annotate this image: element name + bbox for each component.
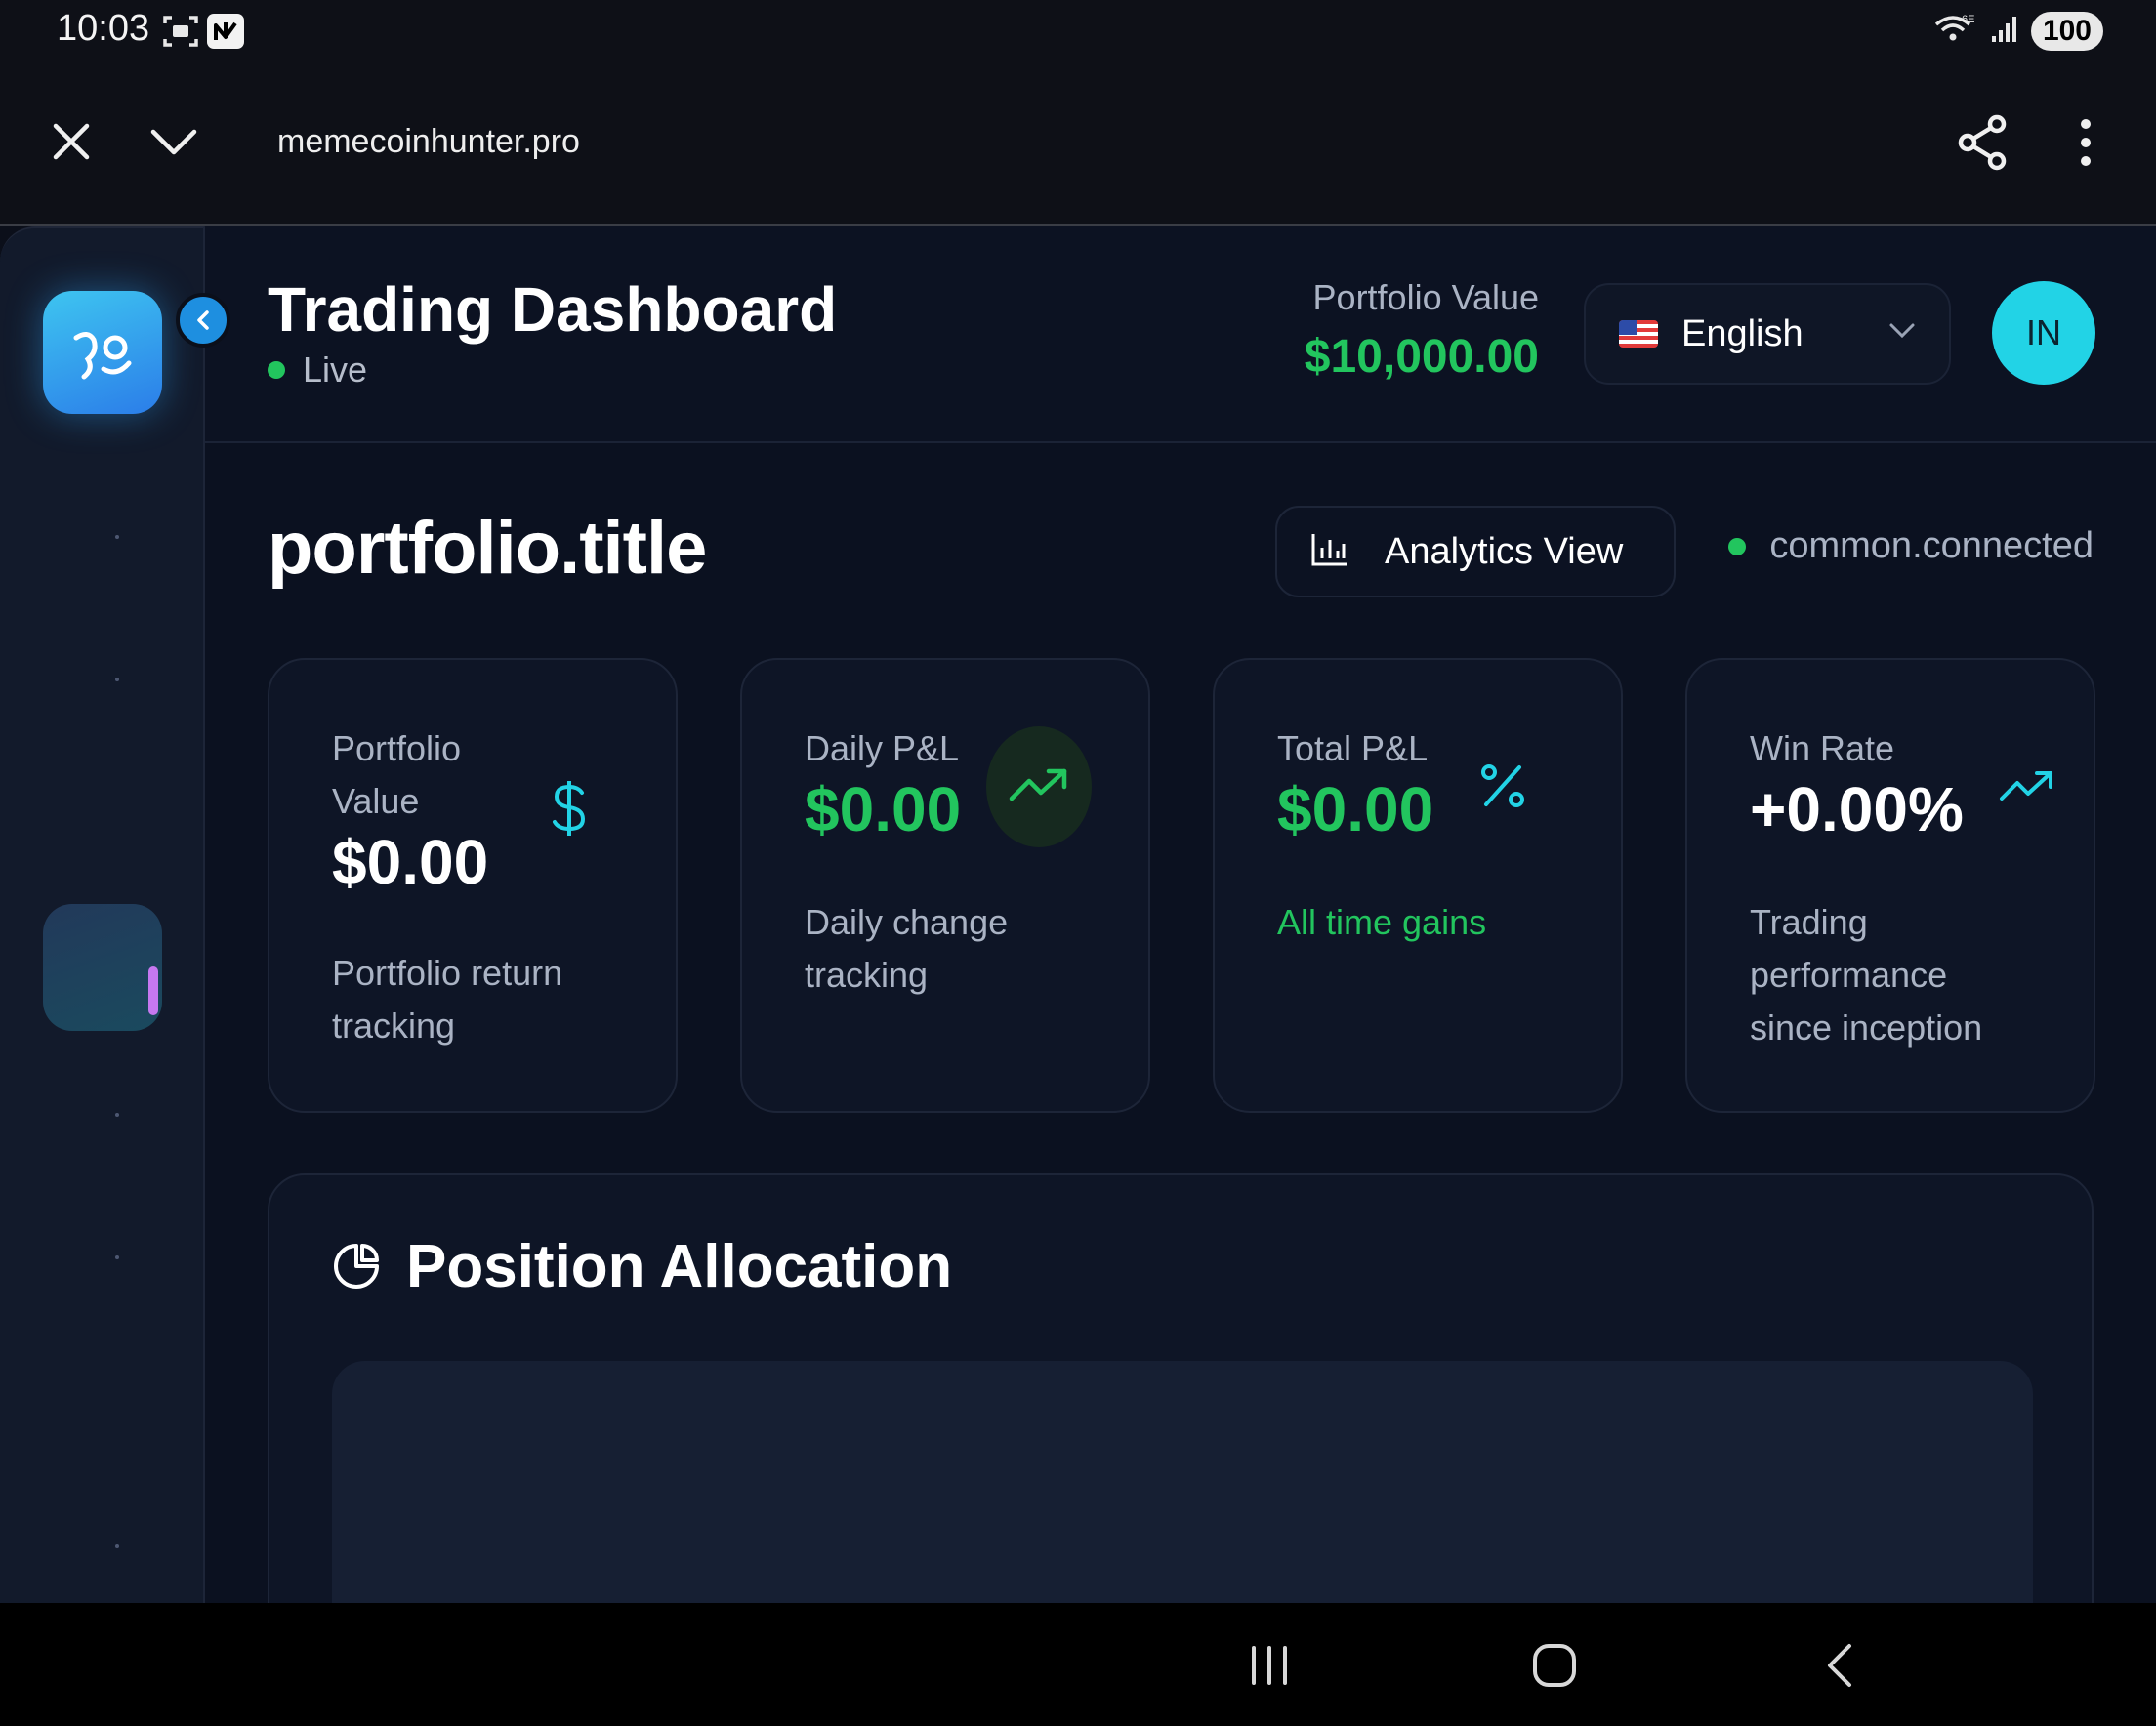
back-icon[interactable]: [1812, 1638, 1867, 1693]
status-time: 10:03: [57, 8, 150, 49]
share-icon[interactable]: [1955, 113, 2010, 172]
live-dot: [268, 361, 285, 379]
trending-up-icon: [986, 726, 1092, 847]
card-value: $0.00: [1277, 774, 1434, 844]
us-flag-icon: [1619, 320, 1658, 348]
wifi-icon: 6E: [1933, 13, 1978, 51]
connected-dot: [1728, 537, 1747, 555]
live-label: Live: [303, 349, 368, 390]
url-bar[interactable]: memecoinhunter.pro: [277, 123, 580, 161]
battery-indicator: 100: [2030, 12, 2103, 51]
stat-card-daily-pnl: Daily P&L $0.00 Daily change tracking: [740, 658, 1150, 1113]
user-avatar[interactable]: IN: [1992, 281, 2095, 385]
portfolio-value: $10,000.00: [1304, 331, 1539, 383]
portfolio-value-label: Portfolio Value: [1312, 277, 1539, 317]
live-indicator: Live: [268, 349, 367, 390]
position-allocation-panel: Position Allocation: [268, 1173, 2094, 1673]
status-bar: 10:03 6E 100: [0, 0, 2156, 62]
sidebar-collapse-button[interactable]: [176, 293, 230, 348]
signal-icon: [1990, 15, 2019, 49]
stat-card-portfolio-value: Portfolio Value $0.00 Portfolio return t…: [268, 658, 678, 1113]
card-value: $0.00: [332, 827, 489, 897]
analytics-view-label: Analytics View: [1385, 530, 1624, 572]
card-value: +0.00%: [1750, 774, 1964, 844]
bar-chart-icon: [1310, 532, 1349, 572]
sidebar-item-dot[interactable]: [115, 1113, 119, 1117]
svg-text:6E: 6E: [1962, 14, 1974, 25]
sidebar-item-dot[interactable]: [115, 1544, 119, 1548]
sidebar-item-dot[interactable]: [115, 678, 119, 681]
chevron-down-icon[interactable]: [146, 117, 201, 166]
status-indicators: 6E 100: [1933, 10, 2103, 53]
percent-icon: [1478, 761, 1527, 810]
sidebar-item-dot[interactable]: [115, 1255, 119, 1259]
sidebar: [0, 226, 205, 1603]
connection-status: common.connected: [1728, 525, 2094, 567]
stat-card-total-pnl: Total P&L $0.00 All time gains: [1213, 658, 1623, 1113]
sidebar-item-active[interactable]: [43, 904, 162, 1031]
sidebar-item-dot[interactable]: [115, 535, 119, 539]
trending-up-icon: [1998, 769, 2056, 804]
more-options-icon[interactable]: [2072, 117, 2099, 168]
dashboard-header: Trading Dashboard Live Portfolio Value $…: [205, 226, 2156, 443]
page-title: Trading Dashboard: [268, 274, 838, 345]
card-value: $0.00: [805, 774, 962, 844]
stat-card-win-rate: Win Rate +0.00% Trading performance sinc…: [1685, 658, 2095, 1113]
analytics-view-button[interactable]: Analytics View: [1275, 506, 1676, 597]
card-description: Daily change tracking: [805, 902, 1009, 995]
card-label: Portfolio Value: [332, 728, 462, 821]
language-select[interactable]: English: [1584, 283, 1951, 385]
home-icon[interactable]: [1527, 1638, 1582, 1693]
browser-toolbar: memecoinhunter.pro: [0, 62, 2156, 226]
card-label: Total P&L: [1277, 728, 1429, 768]
language-label: English: [1681, 312, 1804, 354]
screenshot-icon: [162, 14, 199, 49]
main-content: Trading Dashboard Live Portfolio Value $…: [205, 226, 2156, 1673]
recent-apps-icon[interactable]: [1242, 1638, 1297, 1693]
card-label: Win Rate: [1750, 728, 1895, 768]
dollar-icon: [547, 777, 592, 840]
position-allocation-title: Position Allocation: [406, 1233, 953, 1300]
connection-label: common.connected: [1769, 525, 2094, 566]
chevron-down-icon: [1888, 322, 1916, 345]
system-navigation-bar: [0, 1603, 2156, 1726]
app-notification-icon: [207, 14, 244, 49]
close-icon[interactable]: [47, 117, 96, 166]
section-title: portfolio.title: [268, 507, 707, 590]
active-indicator: [148, 966, 158, 1015]
app-logo[interactable]: [43, 291, 162, 414]
card-description: All time gains: [1277, 902, 1487, 942]
card-label: Daily P&L: [805, 728, 960, 768]
card-description: Portfolio return tracking: [332, 953, 563, 1046]
card-description: Trading performance since inception: [1750, 902, 1983, 1048]
pie-chart-icon: [332, 1242, 381, 1295]
